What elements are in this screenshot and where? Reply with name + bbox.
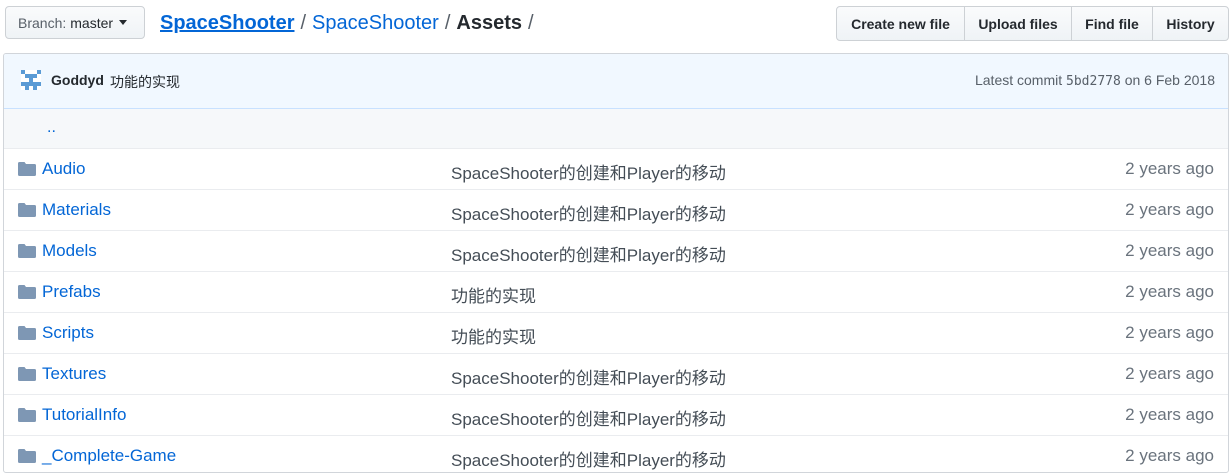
- table-row: Textures SpaceShooter的创建和Player的移动 2 years…: [4, 354, 1228, 395]
- file-list: Goddyd 功能的实现 Latest commit 5bd2778 on 6 …: [3, 53, 1229, 473]
- breadcrumb-separator: /: [527, 12, 534, 34]
- folder-link[interactable]: _Complete-Game: [42, 446, 176, 466]
- folder-icon: [18, 162, 36, 176]
- repo-toolbar: Branch: master SpaceShooter / SpaceShooter…: [0, 0, 1232, 46]
- create-new-file-button[interactable]: Create new file: [836, 6, 965, 41]
- commit-message-link[interactable]: 功能的实现: [451, 282, 536, 307]
- breadcrumb-current: Assets: [456, 12, 522, 34]
- commit-message-link[interactable]: SpaceShooter的创建和Player的移动: [451, 200, 726, 225]
- branch-select-button[interactable]: Branch: master: [5, 6, 145, 39]
- branch-label: Branch:: [18, 14, 67, 31]
- folder-icon: [18, 203, 36, 217]
- commit-age: 2 years ago: [1125, 241, 1214, 260]
- folder-icon: [18, 367, 36, 381]
- folder-link[interactable]: TutorialInfo: [42, 405, 126, 425]
- commit-age: 2 years ago: [1125, 323, 1214, 342]
- commit-sha-link[interactable]: 5bd2778: [1066, 74, 1121, 89]
- find-file-button[interactable]: Find file: [1071, 6, 1153, 41]
- folder-link[interactable]: Materials: [42, 200, 111, 220]
- breadcrumb-separator: /: [300, 12, 307, 34]
- branch-name: master: [70, 14, 114, 31]
- folder-link[interactable]: Models: [42, 241, 97, 261]
- commit-age: 2 years ago: [1125, 200, 1214, 219]
- commit-age: 2 years ago: [1125, 405, 1214, 424]
- file-actions: Create new file Upload files Find file H…: [836, 6, 1229, 41]
- parent-directory-row: ..: [4, 109, 1228, 149]
- folder-icon: [18, 285, 36, 299]
- breadcrumb-separator: /: [444, 12, 451, 34]
- parent-directory-link[interactable]: ..: [47, 119, 56, 137]
- commit-message-link[interactable]: SpaceShooter的创建和Player的移动: [451, 446, 726, 471]
- folder-icon: [18, 449, 36, 463]
- latest-commit-bar: Goddyd 功能的实现 Latest commit 5bd2778 on 6 …: [4, 54, 1228, 109]
- commit-age: 2 years ago: [1125, 282, 1214, 301]
- breadcrumb-folder-link[interactable]: SpaceShooter: [312, 12, 439, 34]
- history-button[interactable]: History: [1152, 6, 1229, 41]
- table-row: Scripts 功能的实现 2 years ago: [4, 313, 1228, 354]
- breadcrumb-repo-link[interactable]: SpaceShooter: [160, 12, 294, 34]
- latest-commit-label: Latest commit: [974, 72, 1063, 88]
- table-row: Prefabs 功能的实现 2 years ago: [4, 272, 1228, 313]
- folder-icon: [18, 408, 36, 422]
- folder-icon: [18, 244, 36, 258]
- commit-age: 2 years ago: [1125, 159, 1214, 178]
- avatar[interactable]: [21, 70, 41, 90]
- commit-date: on 6 Feb 2018: [1124, 72, 1215, 88]
- table-row: Materials SpaceShooter的创建和Player的移动 2 year…: [4, 190, 1228, 231]
- commit-message-link[interactable]: 功能的实现: [451, 323, 536, 348]
- upload-files-button[interactable]: Upload files: [964, 6, 1072, 41]
- commit-message[interactable]: 功能的实现: [110, 72, 180, 92]
- breadcrumb: SpaceShooter / SpaceShooter / Assets /: [160, 10, 540, 36]
- table-row: TutorialInfo SpaceShooter的创建和Player的移动 2 y…: [4, 395, 1228, 436]
- caret-down-icon: [119, 20, 128, 25]
- folder-link[interactable]: Audio: [42, 159, 85, 179]
- folder-link[interactable]: Prefabs: [42, 282, 101, 302]
- commit-message-link[interactable]: SpaceShooter的创建和Player的移动: [451, 241, 726, 266]
- commit-meta: Latest commit 5bd2778 on 6 Feb 2018: [975, 72, 1215, 89]
- commit-author[interactable]: Goddyd: [51, 72, 104, 88]
- table-row: Models SpaceShooter的创建和Player的移动 2 years a…: [4, 231, 1228, 272]
- folder-link[interactable]: Textures: [42, 364, 106, 384]
- folder-icon: [18, 326, 36, 340]
- commit-age: 2 years ago: [1125, 446, 1214, 465]
- file-rows: Audio SpaceShooter的创建和Player的移动 2 years ag…: [4, 149, 1228, 472]
- table-row: Audio SpaceShooter的创建和Player的移动 2 years ag…: [4, 149, 1228, 190]
- commit-message-link[interactable]: SpaceShooter的创建和Player的移动: [451, 405, 726, 430]
- commit-message-link[interactable]: SpaceShooter的创建和Player的移动: [451, 159, 726, 184]
- commit-message-link[interactable]: SpaceShooter的创建和Player的移动: [451, 364, 726, 389]
- commit-age: 2 years ago: [1125, 364, 1214, 383]
- folder-link[interactable]: Scripts: [42, 323, 94, 343]
- table-row: _Complete-Game SpaceShooter的创建和Player的移动 2…: [4, 436, 1228, 472]
